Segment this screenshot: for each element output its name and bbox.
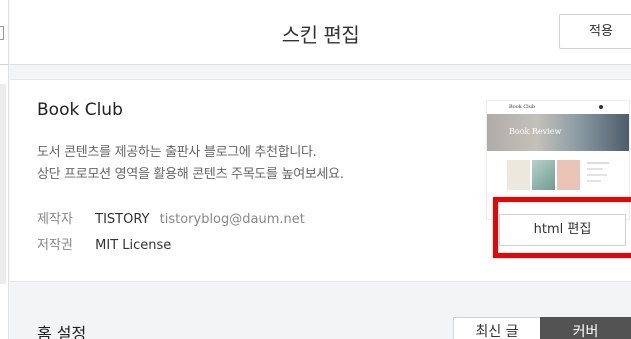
author-email: tistoryblog@daum.net xyxy=(159,212,305,227)
left-sidebar-edge xyxy=(0,0,9,339)
thumbnail-topbar: Book Club xyxy=(487,101,629,114)
divider xyxy=(0,64,9,65)
thumbnail-hero-text: Book Review xyxy=(509,127,562,136)
tab-recent-posts[interactable]: 최신 글 xyxy=(453,317,541,339)
editor-header: 스킨 편집 적용 xyxy=(10,0,631,65)
license-label: 저작권 xyxy=(37,238,73,253)
skin-info-card: Book Club 도서 콘텐츠를 제공하는 출판사 블로그에 추천합니다. 상… xyxy=(10,79,631,282)
thumbnail-menu-icon xyxy=(599,105,603,109)
thumbnail-brand: Book Club xyxy=(509,104,536,110)
sidebar-scroll-track xyxy=(0,84,6,284)
thumbnail-tile xyxy=(507,160,530,190)
collapse-handle-icon[interactable] xyxy=(0,26,4,40)
thumbnail-text-lines xyxy=(587,162,613,188)
skin-name: Book Club xyxy=(37,100,123,120)
tab-cover[interactable]: 커버 xyxy=(540,317,631,339)
thumbnail-tile xyxy=(557,160,580,190)
apply-button[interactable]: 적용 xyxy=(559,14,631,49)
author-row: 제작자 TISTORY tistoryblog@daum.net xyxy=(37,208,305,227)
description-line: 도서 콘텐츠를 제공하는 출판사 블로그에 추천합니다. xyxy=(37,145,317,160)
thumbnail-tile xyxy=(532,160,555,190)
license-row: 저작권 MIT License xyxy=(37,234,171,253)
license-value: MIT License xyxy=(95,238,172,253)
author-label: 제작자 xyxy=(37,212,73,227)
highlight-box xyxy=(493,197,631,258)
page-title: 스킨 편집 xyxy=(281,23,360,47)
skin-description: 도서 콘텐츠를 제공하는 출판사 블로그에 추천합니다. 상단 프로모션 영역을… xyxy=(37,142,344,186)
author-name: TISTORY xyxy=(95,212,150,227)
home-settings-title: 홈 설정 xyxy=(37,324,87,339)
description-line: 상단 프로모션 영역을 활용해 콘텐츠 주목도를 높여보세요. xyxy=(37,167,344,182)
thumbnail-hero: Book Review xyxy=(487,114,629,151)
